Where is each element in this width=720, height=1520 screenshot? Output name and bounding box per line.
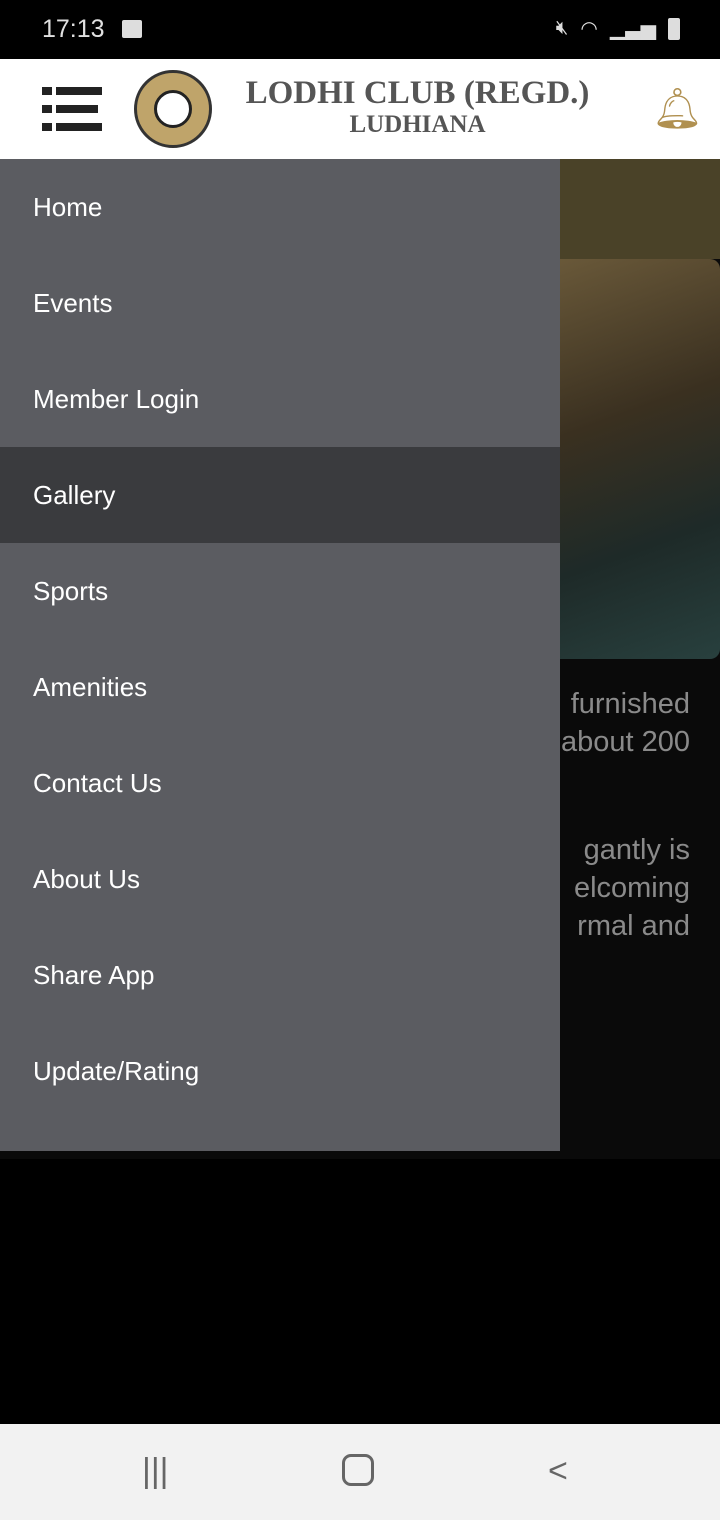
image-icon [122, 20, 142, 38]
status-bar: 17:13 🔇︎ ◠ ▁▃▅ [0, 0, 720, 59]
home-icon[interactable] [342, 1454, 374, 1486]
app-header: LODHI CLUB (REGD.) LUDHIANA 🔔︎ [0, 59, 720, 159]
wifi-icon: ◠ [580, 18, 598, 40]
drawer-item-amenities[interactable]: Amenities [0, 639, 560, 735]
back-icon[interactable]: < [548, 1452, 568, 1491]
content-text: gantly is [583, 834, 690, 866]
bell-icon[interactable]: 🔔︎ [652, 85, 703, 132]
header-title: LODHI CLUB (REGD.) [245, 75, 590, 111]
drawer-item-events[interactable]: Events [0, 255, 560, 351]
drawer-item-update-rating[interactable]: Update/Rating [0, 1023, 560, 1119]
content-text: rmal and [577, 910, 690, 942]
club-logo [134, 70, 212, 148]
battery-icon [668, 17, 680, 40]
system-nav-bar: ||| < [0, 1424, 720, 1520]
drawer-item-home[interactable]: Home [0, 159, 560, 255]
signal-icon: ▁▃▅ [609, 18, 656, 40]
drawer-item-gallery[interactable]: Gallery [0, 447, 560, 543]
drawer-item-member-login[interactable]: Member Login [0, 351, 560, 447]
header-subtitle: LUDHIANA [349, 111, 486, 138]
nav-drawer: Home Events Member Login Gallery Sports … [0, 159, 560, 1151]
recent-apps-icon[interactable]: ||| [142, 1452, 169, 1491]
mute-icon: 🔇︎ [555, 17, 569, 39]
hero-image [540, 259, 720, 659]
drawer-item-share-app[interactable]: Share App [0, 927, 560, 1023]
drawer-item-about-us[interactable]: About Us [0, 831, 560, 927]
content-text: about 200 [560, 726, 690, 758]
drawer-item-contact-us[interactable]: Contact Us [0, 735, 560, 831]
content-text: furnished [570, 688, 690, 720]
status-time: 17:13 [42, 15, 105, 43]
drawer-item-sports[interactable]: Sports [0, 543, 560, 639]
menu-icon[interactable] [42, 87, 102, 133]
content-text: elcoming [573, 872, 690, 904]
